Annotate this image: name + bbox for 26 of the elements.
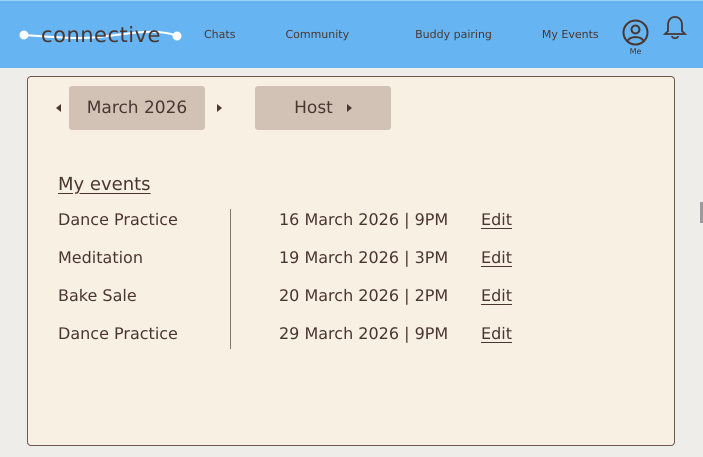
profile-icon[interactable] bbox=[622, 19, 649, 46]
edit-link[interactable]: Edit bbox=[481, 247, 674, 285]
month-button[interactable]: March 2026 bbox=[69, 86, 205, 130]
event-date: 19 March 2026 | 3PM bbox=[279, 247, 450, 269]
event-date: 29 March 2026 | 9PM bbox=[279, 323, 450, 345]
edit-link[interactable]: Edit bbox=[481, 323, 674, 361]
event-date: 16 March 2026 | 9PM bbox=[279, 209, 450, 231]
nav-link[interactable]: Chats bbox=[204, 28, 236, 41]
event-name: Dance Practice bbox=[58, 209, 179, 231]
event-date: 20 March 2026 | 2PM bbox=[279, 285, 450, 307]
event-name: Bake Sale bbox=[58, 285, 138, 307]
bell-icon[interactable] bbox=[663, 15, 687, 41]
event-name: Dance Practice bbox=[58, 323, 179, 345]
host-button[interactable]: Host bbox=[255, 86, 391, 130]
caret-icon bbox=[346, 104, 352, 112]
nav-link[interactable]: Community bbox=[285, 28, 350, 41]
edit-link[interactable]: Edit bbox=[481, 285, 674, 323]
previous-month-icon[interactable] bbox=[56, 104, 61, 112]
next-month-icon[interactable] bbox=[217, 104, 222, 112]
events-heading: My events bbox=[58, 174, 152, 195]
event-name: Meditation bbox=[58, 247, 144, 269]
scrollbar-thumb[interactable] bbox=[700, 202, 703, 223]
profile-label: Me bbox=[630, 47, 642, 56]
nav-link[interactable]: Buddy pairing bbox=[415, 28, 492, 41]
edit-link[interactable]: Edit bbox=[481, 209, 674, 247]
nav-link[interactable]: My Events bbox=[542, 28, 599, 41]
